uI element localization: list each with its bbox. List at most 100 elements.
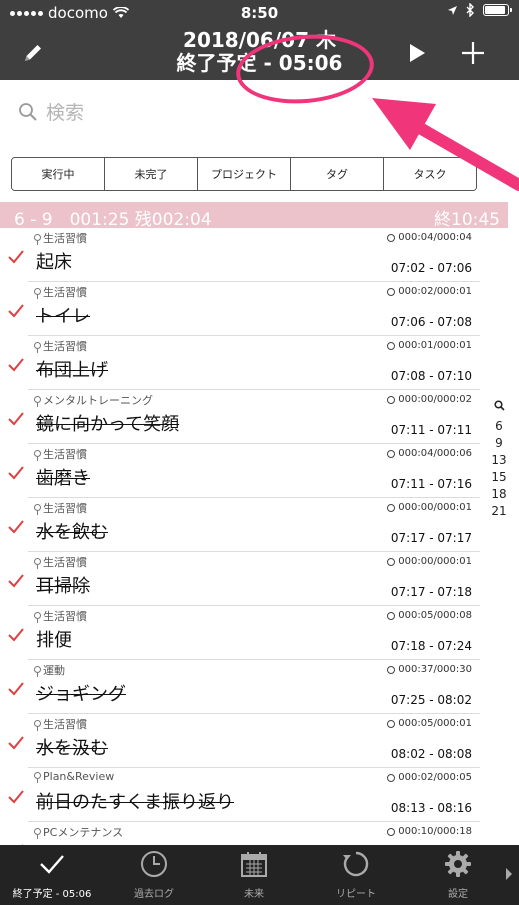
task-row[interactable]: 生活習慣 000:01/000:01 布団上げ 07:08 - 07:10 (8, 336, 480, 390)
play-button[interactable] (400, 36, 434, 70)
task-row[interactable]: 生活習慣 000:00/000:01 水を飲む 07:17 - 07:17 (8, 498, 480, 552)
task-duration-label: 000:00/000:01 (398, 502, 472, 513)
location-icon (448, 5, 457, 15)
status-bar: docomo 8:50 (0, 0, 519, 26)
tab-future[interactable]: 未来 (204, 845, 304, 905)
task-title: ジョギング (36, 684, 126, 705)
filter-project[interactable]: プロジェクト (198, 158, 291, 190)
section-header[interactable]: 6 - 9 001:25 残002:04 終10:45 (0, 202, 508, 230)
filter-tag[interactable]: タグ (291, 158, 384, 190)
task-time-range: 07:18 - 07:24 (390, 639, 472, 653)
search-input[interactable] (46, 100, 466, 126)
index-search-icon[interactable] (493, 400, 505, 411)
duration-clock-icon (387, 557, 396, 566)
task-project-label: 生活習慣 (43, 232, 87, 245)
task-duration: 000:00/000:02 (387, 394, 472, 405)
project-pin-icon (34, 611, 41, 623)
tab-past-log-label: 過去ログ (134, 889, 174, 900)
duration-clock-icon (387, 773, 396, 782)
project-pin-icon (34, 665, 41, 677)
task-project-label: 生活習慣 (43, 340, 87, 353)
index-item[interactable]: 21 (488, 503, 510, 520)
battery-icon (483, 4, 512, 16)
task-project-label: 生活習慣 (43, 718, 87, 731)
plus-icon (462, 42, 484, 64)
task-title: 耳掃除 (36, 576, 90, 597)
index-item[interactable]: 6 (488, 418, 510, 435)
filter-task[interactable]: タスク (384, 158, 476, 190)
task-duration-label: 000:01/000:01 (398, 340, 472, 351)
clock-time: 8:50 (240, 4, 279, 22)
task-row[interactable]: PCメンテナンス 000:10/000:18 (21, 822, 480, 845)
task-project: 生活習慣 (34, 716, 87, 732)
task-row[interactable]: 生活習慣 000:04/000:04 起床 07:02 - 07:06 (8, 228, 480, 282)
task-time-range: 07:17 - 07:17 (390, 531, 472, 545)
task-duration: 000:01/000:01 (387, 340, 472, 351)
duration-clock-icon (387, 233, 396, 242)
task-duration-label: 000:02/000:05 (398, 772, 472, 783)
tab-settings[interactable]: 設定 (408, 845, 508, 905)
task-row[interactable]: 生活習慣 000:00/000:01 耳掃除 07:17 - 07:18 (8, 552, 480, 606)
task-row[interactable]: 運動 000:37/000:30 ジョギング 07:25 - 08:02 (8, 660, 480, 714)
checkmark-icon (8, 790, 24, 804)
task-project: 生活習慣 (34, 284, 87, 300)
section-index[interactable]: 6 9 13 15 18 21 (488, 400, 510, 520)
task-row[interactable]: 生活習慣 000:05/000:01 水を汲む 08:02 - 08:08 (8, 714, 480, 768)
task-title: 歯磨き (36, 468, 90, 489)
task-duration-label: 000:04/000:04 (398, 232, 472, 243)
task-duration: 000:02/000:05 (387, 772, 472, 783)
checkmark-icon (8, 682, 24, 696)
tab-today[interactable]: 終了予定 - 05:06 (0, 845, 104, 905)
index-item[interactable]: 18 (488, 486, 510, 503)
index-item[interactable]: 15 (488, 469, 510, 486)
task-duration: 000:00/000:01 (387, 556, 472, 567)
filter-running[interactable]: 実行中 (12, 158, 105, 190)
index-item[interactable]: 13 (488, 452, 510, 469)
add-button[interactable] (456, 36, 490, 70)
filter-incomplete[interactable]: 未完了 (105, 158, 198, 190)
checkmark-icon (8, 250, 24, 264)
checkmark-icon (8, 358, 24, 372)
task-row[interactable]: 生活習慣 000:05/000:08 排便 07:18 - 07:24 (8, 606, 480, 660)
task-project-label: Plan&Review (43, 770, 115, 783)
task-duration: 000:37/000:30 (387, 664, 472, 675)
task-title: 排便 (36, 630, 72, 651)
task-duration: 000:04/000:04 (387, 232, 472, 243)
task-row[interactable]: メンタルトレーニング 000:00/000:02 鏡に向かって笑顔 07:11 - 0… (8, 390, 480, 444)
search-icon (19, 103, 37, 121)
task-project: 生活習慣 (34, 608, 87, 624)
tab-repeat[interactable]: リピート (304, 845, 408, 905)
task-duration: 000:00/000:01 (387, 502, 472, 513)
task-row[interactable]: 生活習慣 000:04/000:06 歯磨き 07:11 - 07:16 (8, 444, 480, 498)
task-project: 生活習慣 (34, 338, 87, 354)
task-project-label: 生活習慣 (43, 286, 87, 299)
more-tabs-chevron-icon[interactable] (505, 867, 513, 881)
gear-icon (445, 851, 471, 877)
task-duration: 000:02/000:01 (387, 286, 472, 297)
task-row[interactable]: Plan&Review 000:02/000:05 前日のたすくま振り返り 08:13… (8, 768, 480, 822)
project-pin-icon (34, 827, 41, 839)
task-duration-label: 000:10/000:18 (398, 826, 472, 837)
task-duration: 000:10/000:18 (387, 826, 472, 837)
task-duration: 000:04/000:06 (387, 448, 472, 459)
checkmark-icon (8, 628, 24, 642)
tab-past-log[interactable]: 過去ログ (104, 845, 204, 905)
calendar-icon (241, 852, 267, 877)
section-end-time: 終10:45 (434, 210, 500, 230)
task-project-label: 運動 (43, 664, 65, 677)
task-title: トイレ (36, 306, 90, 327)
project-pin-icon (34, 557, 41, 569)
checkmark-icon (8, 574, 24, 588)
index-item[interactable]: 9 (488, 435, 510, 452)
tab-repeat-label: リピート (336, 889, 376, 900)
task-title: 水を飲む (36, 522, 108, 543)
task-project: メンタルトレーニング (34, 392, 153, 408)
section-summary: 6 - 9 001:25 残002:04 (14, 210, 212, 230)
task-duration-label: 000:05/000:01 (398, 718, 472, 729)
task-duration-label: 000:00/000:01 (398, 556, 472, 567)
filter-segments: 実行中 未完了 プロジェクト タグ タスク (11, 157, 477, 191)
task-row[interactable]: 生活習慣 000:02/000:01 トイレ 07:06 - 07:08 (8, 282, 480, 336)
duration-clock-icon (387, 341, 396, 350)
project-pin-icon (34, 719, 41, 731)
duration-clock-icon (387, 827, 396, 836)
